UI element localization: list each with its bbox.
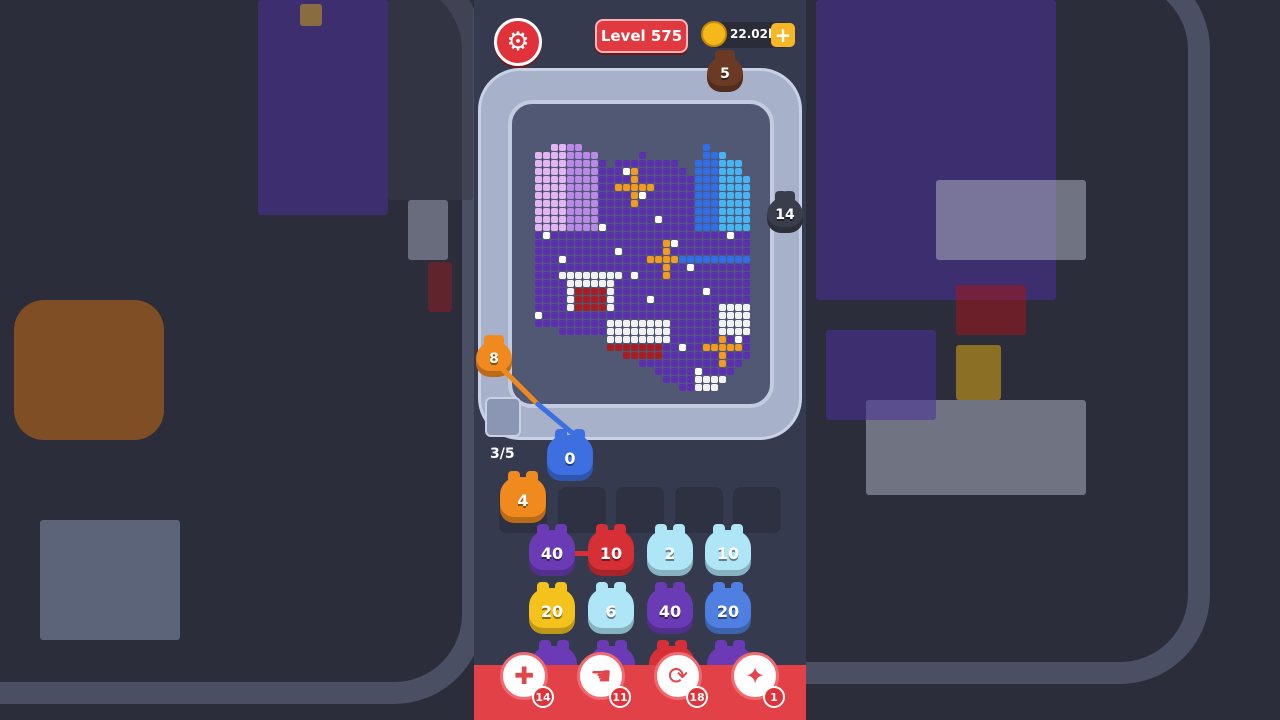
queue-capacity: 3/5: [490, 446, 515, 462]
shuffle-tool-count: 18: [686, 686, 708, 708]
level-badge: Level 575: [595, 19, 688, 53]
pixel-art-board: [535, 128, 757, 398]
pig-2-2[interactable]: 6: [588, 582, 634, 634]
gear-icon: ⚙: [506, 27, 530, 57]
level-text: Level 575: [600, 27, 683, 45]
hand-tool-count: 11: [609, 686, 631, 708]
pig-2-4[interactable]: 20: [705, 582, 751, 634]
add-slot-tool-count: 14: [532, 686, 554, 708]
track-pig-right[interactable]: 14: [767, 191, 803, 233]
game-screen: ⚙ Level 575 22.02k + 5 14 8 0 3/5 4 40 1…: [474, 0, 806, 720]
pig-2-1[interactable]: 20: [529, 582, 575, 634]
pig-launcher: [485, 397, 521, 437]
pig-1-3[interactable]: 2: [647, 524, 693, 576]
queued-pig[interactable]: 4: [500, 471, 546, 523]
add-card-icon: ✚: [513, 662, 535, 690]
pig-1-4[interactable]: 10: [705, 524, 751, 576]
track-pig-top[interactable]: 5: [707, 50, 743, 92]
add-coins-button[interactable]: +: [771, 23, 795, 47]
shuffle-icon: ⟳: [667, 662, 689, 690]
coin-amount: 22.02k: [730, 27, 776, 41]
pig-2-3[interactable]: 40: [647, 582, 693, 634]
magic-tool-count: 1: [763, 686, 785, 708]
pig-1-1[interactable]: 40: [529, 524, 575, 576]
coin-icon: [701, 21, 727, 47]
pig-1-2[interactable]: 10: [588, 524, 634, 576]
settings-button[interactable]: ⚙: [494, 18, 542, 66]
magic-pig-icon: ✦: [744, 662, 766, 690]
coin-counter: 22.02k +: [701, 21, 795, 48]
background-left: [0, 0, 474, 720]
launch-pig[interactable]: 0: [547, 429, 593, 481]
hand-icon: ☚: [590, 662, 612, 690]
background-right: [806, 0, 1280, 720]
plus-icon: +: [774, 23, 792, 47]
